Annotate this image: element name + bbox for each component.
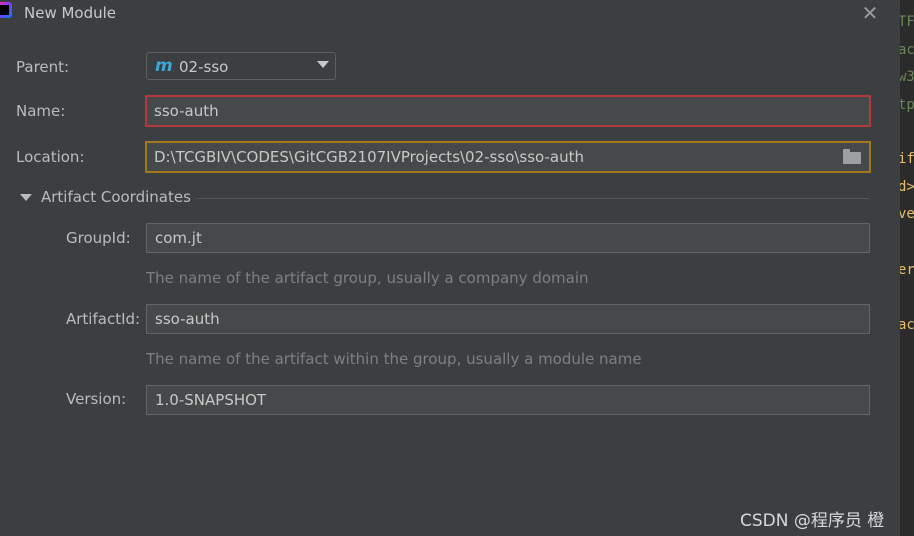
parent-select-value: 02-sso: [179, 58, 229, 76]
code-fragment: TF: [900, 14, 914, 30]
intellij-app-icon: [0, 2, 12, 18]
code-fragment: ve: [900, 206, 914, 222]
location-label: Location:: [16, 148, 85, 166]
version-field[interactable]: [146, 385, 870, 415]
code-fragment: er: [900, 262, 914, 278]
folder-icon[interactable]: [843, 149, 861, 164]
location-field[interactable]: [145, 141, 871, 173]
artifact-section-title[interactable]: Artifact Coordinates: [41, 188, 191, 206]
version-label: Version:: [66, 390, 127, 408]
groupid-hint: The name of the artifact group, usually …: [146, 269, 589, 287]
dialog-title: New Module: [24, 4, 117, 22]
groupid-field[interactable]: [146, 223, 870, 253]
code-fragment: w3: [900, 69, 914, 85]
artifactid-field[interactable]: [146, 304, 870, 334]
dialog-titlebar: New Module ✕: [0, 0, 900, 26]
section-collapse-icon[interactable]: [20, 194, 32, 201]
name-label: Name:: [16, 102, 66, 120]
name-field[interactable]: [145, 95, 871, 127]
parent-select[interactable]: m 02-sso: [146, 52, 336, 80]
new-module-dialog: New Module ✕ Parent: m 02-sso Name: Loca…: [0, 0, 900, 536]
artifactid-label: ArtifactId:: [66, 310, 141, 328]
code-fragment: ac: [900, 317, 914, 333]
maven-module-icon: m: [155, 56, 173, 76]
parent-label: Parent:: [16, 58, 70, 76]
code-fragment: d>: [900, 179, 914, 195]
background-editor: TF ac w3 tp if d> ve er ac: [900, 0, 914, 536]
section-divider: [196, 198, 869, 199]
artifactid-hint: The name of the artifact within the grou…: [146, 350, 642, 368]
chevron-down-icon: [317, 61, 329, 68]
code-fragment: tp: [900, 97, 914, 113]
close-button[interactable]: ✕: [858, 2, 882, 24]
groupid-label: GroupId:: [66, 229, 131, 247]
watermark: CSDN @程序员 橙: [740, 511, 885, 531]
code-fragment: if: [900, 151, 914, 167]
code-fragment: ac: [900, 42, 914, 58]
